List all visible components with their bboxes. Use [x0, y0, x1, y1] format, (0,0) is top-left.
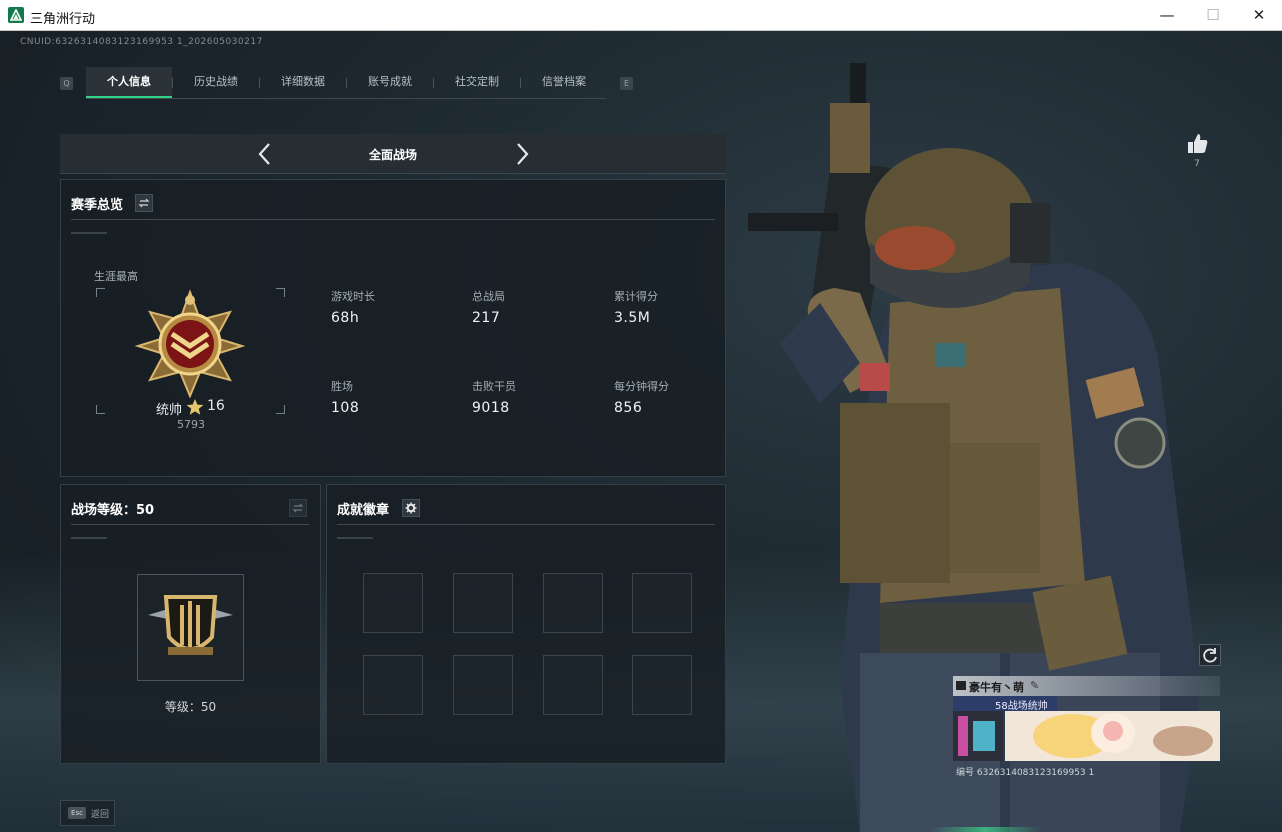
stat-label: 每分钟得分	[614, 380, 669, 393]
tab-personal-info[interactable]: 个人信息	[86, 67, 172, 98]
window-title: 三角洲行动	[30, 12, 96, 27]
badge-slot[interactable]	[453, 573, 513, 633]
stat-value: 9018	[472, 400, 510, 416]
player-name-card[interactable]: 豪牛有丶萌 ✎ 58战场统帅 编号 6326314083123169953 1	[953, 676, 1220, 784]
badge-slot[interactable]	[453, 655, 513, 715]
achievement-title: 成就徽章	[337, 503, 390, 518]
badge-slot[interactable]	[363, 655, 423, 715]
player-id: 编号 6326314083123169953 1	[956, 768, 1095, 778]
badge-slot[interactable]	[543, 573, 603, 633]
divider-accent	[337, 537, 373, 539]
stat-value: 217	[472, 310, 501, 326]
badge-slot[interactable]	[632, 655, 692, 715]
tab-credit[interactable]: 信誉档案	[521, 67, 607, 98]
rank-level: 16	[207, 398, 225, 414]
stat-playtime: 游戏时长 68h	[331, 288, 375, 326]
stat-kills: 击败干员 9018	[472, 378, 516, 416]
rank-points: 5793	[177, 418, 205, 431]
stat-value: 3.5M	[614, 310, 651, 326]
stat-value: 856	[614, 400, 643, 416]
back-label: 返回	[91, 810, 110, 820]
level-emblem-frame	[137, 574, 244, 681]
badge-slot[interactable]	[363, 573, 423, 633]
uid-label: CNUID:6326314083123169953 1_202605030217	[20, 37, 263, 47]
minimize-button[interactable]: —	[1144, 0, 1190, 31]
stat-total-matches: 总战局 217	[472, 288, 505, 326]
window-titlebar: 三角洲行动 — ☐ ✕	[0, 0, 1282, 31]
stat-label: 游戏时长	[331, 290, 375, 303]
season-overview-title: 赛季总览	[71, 198, 124, 213]
stat-total-score: 累计得分 3.5M	[614, 288, 658, 326]
level-emblem-icon	[148, 595, 233, 655]
card-banner-art	[953, 711, 1220, 761]
stat-label: 总战局	[472, 290, 505, 303]
divider	[71, 219, 715, 220]
achievement-badges-panel: 成就徽章	[326, 484, 726, 764]
badge-slot[interactable]	[632, 573, 692, 633]
stat-score-per-minute: 每分钟得分 856	[614, 378, 669, 416]
thumbs-up-icon[interactable]	[1184, 132, 1210, 156]
app-icon	[8, 7, 24, 23]
level-text: 等级：50	[164, 700, 217, 714]
frame-corner	[276, 405, 285, 414]
stat-label: 累计得分	[614, 290, 658, 303]
tab-row: 个人信息 历史战绩 详细数据 账号成就 社交定制 信誉档案	[86, 67, 606, 99]
like-count: 7	[1194, 159, 1200, 169]
close-button[interactable]: ✕	[1236, 0, 1282, 31]
divider	[71, 524, 309, 525]
swap-icon[interactable]	[289, 499, 307, 517]
divider-accent	[71, 232, 107, 234]
badge-slot[interactable]	[543, 655, 603, 715]
stat-label: 胜场	[331, 380, 353, 393]
next-tab-key[interactable]: E	[620, 77, 633, 90]
prev-tab-key[interactable]: Q	[60, 77, 73, 90]
frame-corner	[96, 405, 105, 414]
tab-detailed-data[interactable]: 详细数据	[260, 67, 346, 98]
rank-name: 统帅	[156, 403, 183, 418]
divider	[337, 524, 715, 525]
tab-history[interactable]: 历史战绩	[173, 67, 259, 98]
stat-value: 68h	[331, 310, 360, 326]
stat-wins: 胜场 108	[331, 378, 359, 416]
tab-social[interactable]: 社交定制	[434, 67, 520, 98]
house-icon	[956, 681, 966, 690]
frame-corner	[96, 288, 105, 297]
mode-next-arrow-icon[interactable]	[512, 142, 532, 166]
divider-accent	[71, 537, 107, 539]
battle-level-panel: 战场等级：50 等级：50	[60, 484, 321, 764]
rank-medal-icon	[134, 290, 246, 398]
gear-icon[interactable]	[402, 499, 420, 517]
mode-label: 全面战场	[368, 148, 417, 162]
mode-selector: 全面战场	[60, 134, 726, 174]
bottom-glow	[930, 827, 1040, 832]
stat-label: 击败干员	[472, 380, 516, 393]
edit-pencil-icon[interactable]: ✎	[1030, 679, 1039, 692]
frame-corner	[276, 288, 285, 297]
card-rank-text: 58战场统帅	[995, 701, 1048, 712]
refresh-icon[interactable]	[1199, 644, 1221, 666]
maximize-button[interactable]: ☐	[1190, 0, 1236, 31]
season-overview-panel: 赛季总览 生涯最高 统帅 16 5793 游戏时长 68h 总战局 217 累计…	[60, 179, 726, 477]
card-rank-bar: 58战场统帅	[953, 696, 1057, 712]
player-name: 豪牛有丶萌	[969, 681, 1024, 694]
battle-level-title: 战场等级：50	[71, 503, 155, 518]
stat-value: 108	[331, 400, 360, 416]
star-icon	[186, 399, 204, 415]
tab-achievements[interactable]: 账号成就	[347, 67, 433, 98]
career-best-label: 生涯最高	[94, 270, 138, 283]
esc-key: Esc	[68, 807, 86, 819]
game-viewport: CNUID:6326314083123169953 1_202605030217…	[0, 31, 1282, 832]
swap-icon[interactable]	[135, 194, 153, 212]
back-button[interactable]: Esc 返回	[60, 800, 115, 826]
